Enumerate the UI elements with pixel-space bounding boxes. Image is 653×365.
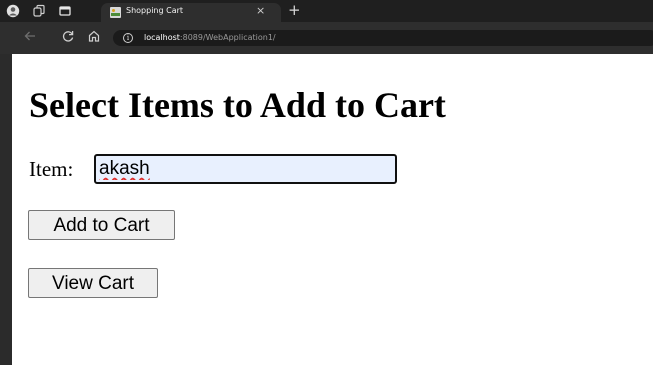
profile-icon[interactable] [6,4,20,18]
add-to-cart-button[interactable]: Add to Cart [28,210,175,240]
reload-icon[interactable] [60,29,76,45]
navigation-bar: i localhost:8089/WebApplication1/ [0,22,653,54]
site-info-icon[interactable]: i [123,33,133,43]
home-icon[interactable] [86,29,102,45]
tab-actions-icon[interactable] [58,4,72,18]
tab-strip: Shopping Cart × + [0,0,653,22]
close-tab-icon[interactable]: × [256,4,265,18]
address-bar[interactable]: i localhost:8089/WebApplication1/ [113,30,653,46]
view-cart-button[interactable]: View Cart [28,268,158,298]
url-text[interactable]: localhost:8089/WebApplication1/ [144,33,276,42]
url-path: :8089/WebApplication1/ [179,33,276,42]
new-tab-icon[interactable]: + [288,1,301,19]
tab-shopping-cart[interactable]: Shopping Cart × [101,3,281,22]
back-icon[interactable] [22,29,38,45]
tab-title: Shopping Cart [126,6,184,15]
url-host: localhost [144,33,180,42]
window-frame-edge [9,54,12,365]
page-viewport: Select Items to Add to Cart Item: Add to… [9,54,653,365]
image-file-icon [110,7,121,18]
page-title: Select Items to Add to Cart [29,85,446,125]
item-label: Item: [29,157,74,181]
workspaces-icon[interactable] [32,4,46,18]
item-input[interactable] [94,154,397,184]
